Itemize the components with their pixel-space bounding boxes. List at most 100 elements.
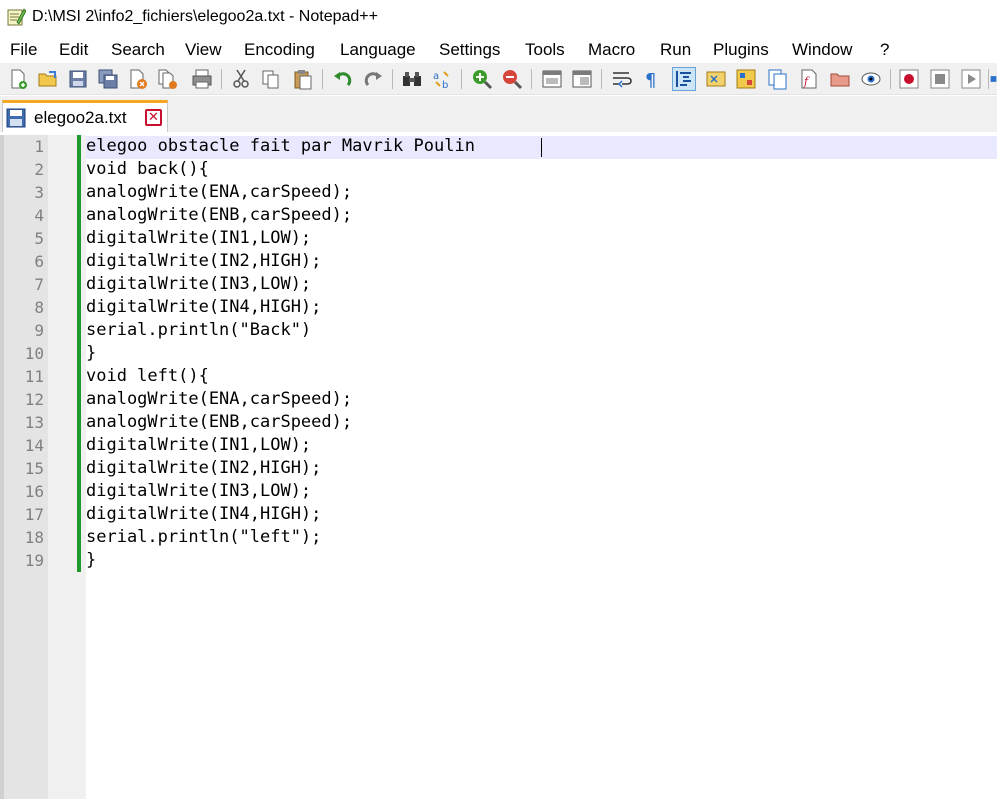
code-line[interactable]: 2 void back(){: [0, 158, 997, 181]
code-line[interactable]: 19}: [0, 549, 997, 572]
menu-edit[interactable]: Edit: [59, 40, 88, 60]
menu-view[interactable]: View: [185, 40, 222, 60]
code-line[interactable]: 1 elegoo obstacle fait par Mavrik Poulin: [0, 135, 997, 158]
redo-icon[interactable]: [361, 67, 385, 91]
document-map-icon[interactable]: [734, 67, 758, 91]
line-text[interactable]: digitalWrite(IN4,HIGH);: [86, 297, 321, 317]
close-tab-icon[interactable]: ✕: [145, 109, 162, 126]
editor[interactable]: 1 elegoo obstacle fait par Mavrik Poulin 2…: [0, 135, 997, 799]
code-line[interactable]: 11 void left(){: [0, 365, 997, 388]
record-macro-icon[interactable]: [897, 67, 921, 91]
line-text[interactable]: serial.println("Back"): [86, 320, 311, 340]
document-list-icon[interactable]: [766, 67, 790, 91]
line-text[interactable]: }: [86, 343, 96, 363]
stop-record-icon[interactable]: [928, 67, 952, 91]
menu-language[interactable]: Language: [340, 40, 416, 60]
toolbar-separator: [988, 69, 989, 89]
line-text[interactable]: void back(){: [86, 159, 209, 179]
print-icon[interactable]: [190, 67, 214, 91]
line-text[interactable]: serial.println("left");: [86, 527, 321, 547]
word-wrap-icon[interactable]: [610, 67, 634, 91]
code-line[interactable]: 8 digitalWrite(IN4,HIGH);: [0, 296, 997, 319]
show-all-chars-icon[interactable]: ¶: [640, 67, 664, 91]
menu-file[interactable]: File: [10, 40, 37, 60]
line-text[interactable]: digitalWrite(IN1,LOW);: [86, 435, 311, 455]
line-number: 15: [24, 459, 44, 478]
sync-vertical-icon[interactable]: [540, 67, 564, 91]
line-text[interactable]: elegoo obstacle fait par Mavrik Poulin: [86, 136, 475, 156]
close-icon[interactable]: [126, 67, 150, 91]
menu-plugins[interactable]: Plugins: [713, 40, 769, 60]
menu-run[interactable]: Run: [660, 40, 691, 60]
toolbar: ab ¶ f: [0, 63, 997, 95]
menu-settings[interactable]: Settings: [439, 40, 500, 60]
code-line[interactable]: 17 digitalWrite(IN4,HIGH);: [0, 503, 997, 526]
undo-icon[interactable]: [331, 67, 355, 91]
function-list-icon[interactable]: f: [797, 67, 821, 91]
code-line[interactable]: 4 analogWrite(ENB,carSpeed);: [0, 204, 997, 227]
line-text[interactable]: digitalWrite(IN1,LOW);: [86, 228, 311, 248]
menu-help[interactable]: ?: [880, 40, 889, 60]
code-line[interactable]: 9 serial.println("Back"): [0, 319, 997, 342]
cut-icon[interactable]: [229, 67, 253, 91]
find-icon[interactable]: [400, 67, 424, 91]
line-number: 8: [34, 298, 44, 317]
code-line[interactable]: 5 digitalWrite(IN1,LOW);: [0, 227, 997, 250]
open-file-icon[interactable]: [36, 67, 60, 91]
folder-workspace-icon[interactable]: [828, 67, 852, 91]
line-text[interactable]: analogWrite(ENA,carSpeed);: [86, 182, 352, 202]
line-number: 13: [24, 413, 44, 432]
close-all-icon[interactable]: [156, 67, 180, 91]
line-text[interactable]: analogWrite(ENA,carSpeed);: [86, 389, 352, 409]
menu-window[interactable]: Window: [792, 40, 852, 60]
user-language-icon[interactable]: [704, 67, 728, 91]
toolbar-separator: [601, 69, 602, 89]
code-line[interactable]: 18 serial.println("left");: [0, 526, 997, 549]
next-toolbar-icon[interactable]: [990, 67, 997, 91]
line-text[interactable]: }: [86, 550, 96, 570]
line-text[interactable]: digitalWrite(IN3,LOW);: [86, 481, 311, 501]
monitoring-icon[interactable]: [859, 67, 883, 91]
line-text[interactable]: void left(){: [86, 366, 209, 386]
code-line[interactable]: 3 analogWrite(ENA,carSpeed);: [0, 181, 997, 204]
menu-search[interactable]: Search: [111, 40, 165, 60]
zoom-in-icon[interactable]: [470, 67, 494, 91]
line-number: 16: [24, 482, 44, 501]
save-icon[interactable]: [66, 67, 90, 91]
code-line[interactable]: 6 digitalWrite(IN2,HIGH);: [0, 250, 997, 273]
tab-elegoo2a[interactable]: elegoo2a.txt ✕: [2, 100, 168, 132]
svg-text:a: a: [433, 71, 439, 82]
menu-encoding[interactable]: Encoding: [244, 40, 315, 60]
code-line[interactable]: 7 digitalWrite(IN3,LOW);: [0, 273, 997, 296]
menu-macro[interactable]: Macro: [588, 40, 635, 60]
paste-icon[interactable]: [291, 67, 315, 91]
line-text[interactable]: digitalWrite(IN3,LOW);: [86, 274, 311, 294]
line-number: 12: [24, 390, 44, 409]
line-number: 1: [34, 137, 44, 156]
window-title: D:\MSI 2\info2_fichiers\elegoo2a.txt - N…: [32, 8, 378, 25]
replace-icon[interactable]: ab: [430, 67, 454, 91]
line-number: 10: [24, 344, 44, 363]
line-text[interactable]: digitalWrite(IN2,HIGH);: [86, 458, 321, 478]
play-macro-icon[interactable]: [959, 67, 983, 91]
new-file-icon[interactable]: [6, 67, 30, 91]
code-line[interactable]: 15 digitalWrite(IN2,HIGH);: [0, 457, 997, 480]
save-all-icon[interactable]: [96, 67, 120, 91]
indent-guide-icon[interactable]: [672, 67, 696, 91]
copy-icon[interactable]: [259, 67, 283, 91]
code-line[interactable]: 16 digitalWrite(IN3,LOW);: [0, 480, 997, 503]
line-text[interactable]: analogWrite(ENB,carSpeed);: [86, 205, 352, 225]
code-line[interactable]: 10}: [0, 342, 997, 365]
sync-horizontal-icon[interactable]: [570, 67, 594, 91]
line-number: 18: [24, 528, 44, 547]
line-text[interactable]: analogWrite(ENB,carSpeed);: [86, 412, 352, 432]
menu-tools[interactable]: Tools: [525, 40, 565, 60]
code-line[interactable]: 14 digitalWrite(IN1,LOW);: [0, 434, 997, 457]
code-line[interactable]: 12 analogWrite(ENA,carSpeed);: [0, 388, 997, 411]
line-number: 3: [34, 183, 44, 202]
line-text[interactable]: digitalWrite(IN2,HIGH);: [86, 251, 321, 271]
tab-bar: elegoo2a.txt ✕: [0, 96, 997, 132]
zoom-out-icon[interactable]: [500, 67, 524, 91]
code-line[interactable]: 13 analogWrite(ENB,carSpeed);: [0, 411, 997, 434]
line-text[interactable]: digitalWrite(IN4,HIGH);: [86, 504, 321, 524]
